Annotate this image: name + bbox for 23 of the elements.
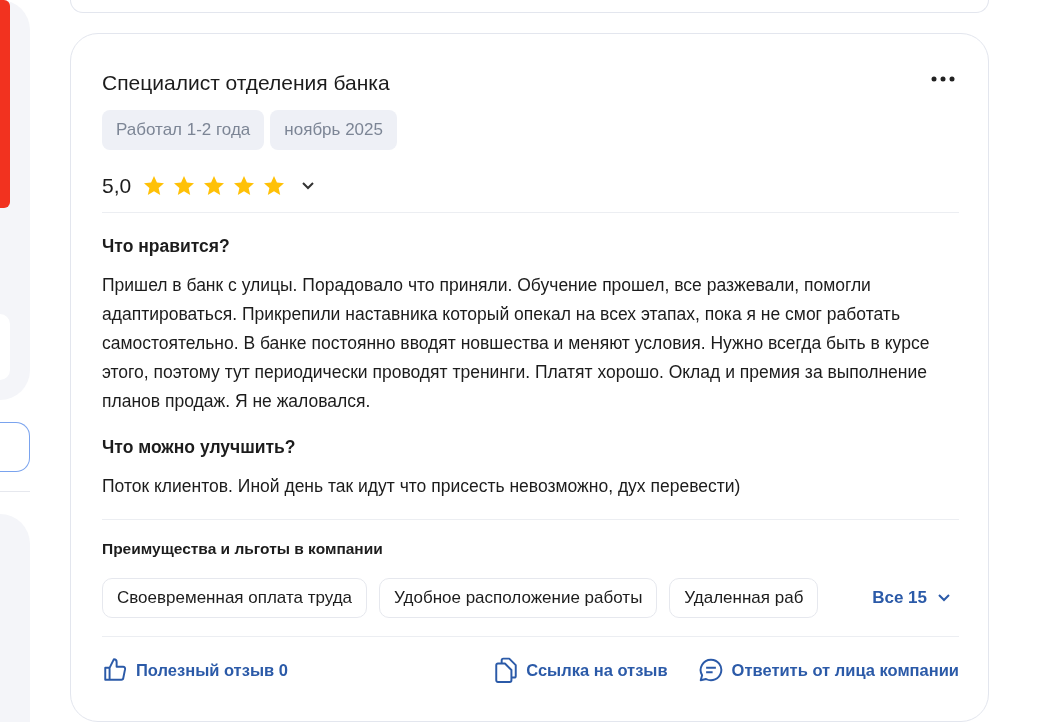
review-title: Специалист отделения банка bbox=[102, 70, 390, 96]
benefit-chip: Удобное расположение работы bbox=[379, 578, 658, 618]
tag: Работал 1-2 года bbox=[102, 110, 265, 150]
more-icon[interactable] bbox=[931, 76, 955, 82]
chevron-down-icon[interactable] bbox=[301, 181, 316, 191]
reply-button[interactable]: Ответить от лица компании bbox=[697, 657, 959, 683]
benefits-heading: Преимущества и льготы в компании bbox=[102, 540, 384, 558]
thumbs-up-icon bbox=[102, 657, 128, 683]
helpful-button[interactable]: Полезный отзыв 0 bbox=[102, 657, 288, 683]
chat-icon bbox=[697, 657, 724, 683]
tag: ноябрь 2025 bbox=[270, 110, 397, 150]
copy-icon bbox=[494, 657, 519, 683]
rating-value: 5,0 bbox=[102, 174, 132, 198]
benefit-chip: Удаленная раб bbox=[669, 578, 819, 618]
benefit-chip: Своевременная оплата труда bbox=[102, 578, 368, 618]
show-all-button[interactable]: Все 15 bbox=[872, 588, 951, 608]
sidebar-button[interactable] bbox=[0, 422, 30, 472]
chevron-down-icon bbox=[937, 593, 951, 603]
section-heading: Что можно улучшить? bbox=[102, 436, 297, 458]
section-heading: Что нравится? bbox=[102, 235, 231, 257]
copy-link-button[interactable]: Ссылка на отзыв bbox=[494, 657, 668, 683]
review-text: Пришел в банк с улицы. Порадовало что приняли. Обучение прошел, все разжевали, помогли адаптироваться. Прикрепили наставника который опекал на всех этапах, пока я не смог работать самостоятельно. В банке постоянно вводят новшества и меняют условия. Нужно всегда быть в курсе этого, поэтому тут периодически проводят тренинги. Платят хорошо. Оклад и премия за выполнение планов продаж. Я не жаловался. bbox=[102, 274, 931, 413]
review-text: Поток клиентов. Иной день так идут что присесть невозможно, дух перевести) bbox=[102, 475, 742, 498]
